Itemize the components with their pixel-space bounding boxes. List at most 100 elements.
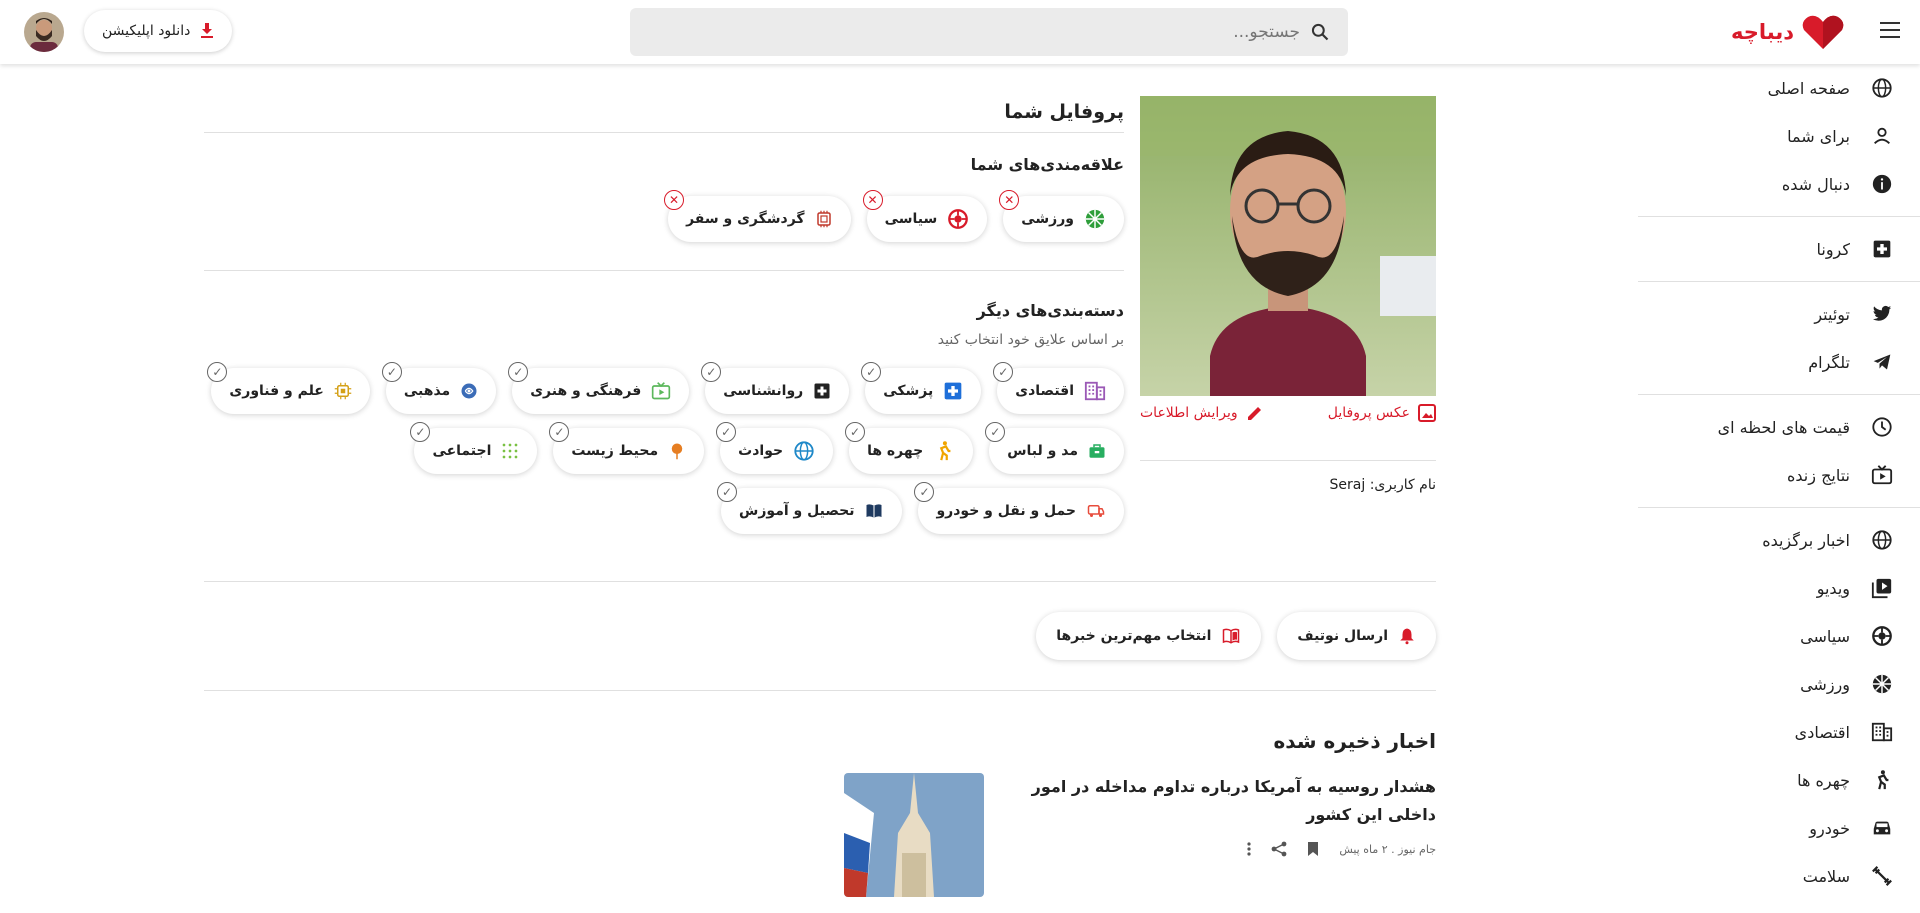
category-chip[interactable]: اقتصادی ✓ [993,362,1124,414]
sidebar-item[interactable]: توئیتر [1638,290,1920,338]
politics-icon [1870,624,1894,648]
search-box[interactable] [630,8,1348,56]
category-chip[interactable]: تحصیل و آموزش ✓ [717,482,903,534]
globe-icon [1870,528,1894,552]
category-chip[interactable]: علم و فناوری ✓ [207,362,370,414]
sidebar-item[interactable]: اخبار برگزیده [1638,516,1920,564]
car-icon [1870,816,1894,840]
sidebar-item[interactable]: برای شما [1638,112,1920,160]
sidebar-item[interactable]: تلگرام [1638,338,1920,386]
category-chip[interactable]: حوادث ✓ [716,422,834,474]
logo[interactable]: دیباچه [1731,8,1844,56]
category-chip[interactable]: پزشکی ✓ [861,362,982,414]
sidebar-item-label: ورزشی [1800,674,1850,694]
category-chip[interactable]: سیاسی ✕ [862,190,988,242]
saved-news-title: اخبار ذخیره شده [1273,729,1437,753]
select-top-news-button[interactable]: انتخاب مهم‌ترین خبرها [1036,612,1262,660]
category-chip[interactable]: روانشناسی ✓ [701,362,850,414]
check-icon[interactable]: ✓ [207,362,228,382]
check-icon[interactable]: ✓ [508,362,529,382]
twitter-icon [1870,302,1894,326]
check-icon[interactable]: ✓ [716,422,737,442]
sidebar-item[interactable]: قیمت های لحظه ای [1638,403,1920,451]
category-chip-label: پزشکی [883,383,934,399]
video-icon [1870,576,1894,600]
check-icon[interactable]: ✓ [701,362,722,382]
sidebar-item[interactable]: صفحه اصلی [1638,64,1920,112]
category-chip[interactable]: مذهبی ✓ [381,362,497,414]
share-icon[interactable] [1271,841,1287,857]
remove-icon[interactable]: ✕ [664,190,685,210]
category-chip[interactable]: مد و لباس ✓ [985,422,1124,474]
sidebar-item[interactable]: خودرو [1638,804,1920,852]
news-title[interactable]: هشدار روسیه به آمریکا درباره تداوم مداخل… [1024,773,1436,829]
page-title: پروفایل شما [1004,101,1124,123]
sidebar-item[interactable]: ورزشی [1638,660,1920,708]
figure-icon [933,440,955,462]
sidebar-item-label: برای شما [1787,126,1850,146]
news-card[interactable]: هشدار روسیه به آمریکا درباره تداوم مداخل… [204,773,1436,913]
category-chip-label: علم و فناوری [229,383,324,399]
check-icon[interactable]: ✓ [985,422,1006,442]
more-vert-icon[interactable] [1247,842,1251,856]
category-chip[interactable]: اجتماعی ✓ [410,422,538,474]
edit-info-label: ویرایش اطلاعات [1140,405,1238,421]
sidebar-item[interactable]: اقتصادی [1638,708,1920,756]
fitness-icon [1870,864,1894,888]
category-chip-label: محیط زیست [571,443,659,459]
grid-icon [501,442,519,460]
check-icon[interactable]: ✓ [845,422,866,442]
username-label: نام کاربری: [1369,477,1436,493]
sidebar-item[interactable]: دنبال شده [1638,160,1920,208]
download-icon [201,23,214,38]
download-app-button[interactable]: دانلود اپلیکیشن [84,10,233,52]
sidebar-item-label: صفحه اصلی [1767,78,1850,98]
avatar[interactable] [24,12,64,52]
top-bar: دیباچه دانلود اپلیکیشن [0,0,1920,64]
pencil-icon [1247,407,1261,420]
remove-icon[interactable]: ✕ [999,190,1020,210]
sidebar-item-label: توئیتر [1814,304,1850,324]
category-chip-label: روانشناسی [723,383,804,399]
menu-icon[interactable] [1880,22,1900,38]
check-icon[interactable]: ✓ [993,362,1014,382]
building-icon [1870,720,1894,744]
check-icon[interactable]: ✓ [861,362,882,382]
bookmark-icon[interactable] [1307,842,1319,856]
sidebar-item[interactable]: کرونا [1638,225,1920,273]
other-categories-list: اقتصادی ✓ پزشکی ✓ روانشناسی ✓ فرهنگی و هنری ✓ مذ… [204,362,1124,534]
category-chip[interactable]: ورزشی ✕ [999,190,1124,242]
culture-tv-icon [651,381,671,401]
sidebar-item[interactable]: سیاسی [1638,612,1920,660]
sidebar-item[interactable]: ویدیو [1638,564,1920,612]
check-icon[interactable]: ✓ [549,422,570,442]
check-icon[interactable]: ✓ [914,482,935,502]
remove-icon[interactable]: ✕ [862,190,883,210]
category-chip-label: تحصیل و آموزش [739,503,855,519]
category-chip[interactable]: گردشگری و سفر ✕ [664,190,851,242]
profile-photo-button[interactable]: عکس پروفایل [1328,404,1436,422]
check-icon[interactable]: ✓ [381,362,402,382]
edit-info-button[interactable]: ویرایش اطلاعات [1140,404,1264,422]
send-notification-button[interactable]: ارسال نوتیف [1277,612,1436,660]
category-chip[interactable]: حمل و نقل و خودرو ✓ [914,482,1124,534]
check-icon[interactable]: ✓ [410,422,431,442]
sidebar-item[interactable]: نتایج زنده [1638,451,1920,499]
medical-plus-icon [943,381,963,401]
bell-icon [1398,627,1416,645]
check-icon[interactable]: ✓ [717,482,738,502]
sports-icon [1084,208,1106,230]
news-book-icon [1221,627,1241,645]
sidebar-item[interactable]: چهره ها [1638,756,1920,804]
news-thumbnail[interactable] [844,773,984,897]
category-chip-label: فرهنگی و هنری [530,383,642,399]
interests-list: ورزشی ✕ سیاسی ✕ گردشگری و سفر ✕ [204,190,1124,242]
sports-icon [1870,672,1894,696]
category-chip[interactable]: چهره ها ✓ [845,422,974,474]
category-chip[interactable]: محیط زیست ✓ [549,422,705,474]
sidebar-item[interactable]: سلامت [1638,852,1920,900]
category-chip[interactable]: فرهنگی و هنری ✓ [508,362,690,414]
action-label: ارسال نوتیف [1297,628,1388,644]
search-input[interactable] [700,22,1300,42]
search-icon[interactable] [1310,22,1330,42]
